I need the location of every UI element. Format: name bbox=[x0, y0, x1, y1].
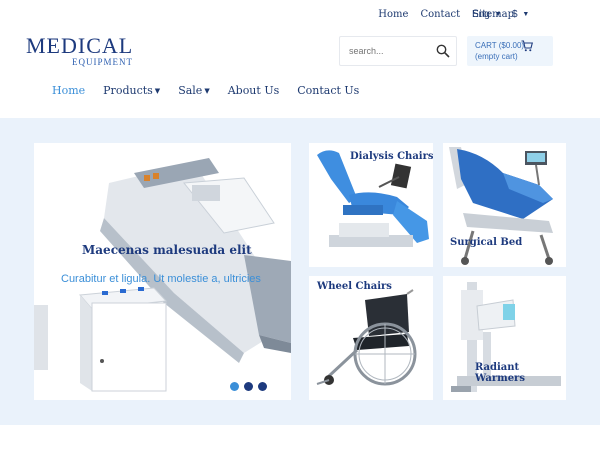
cart-button[interactable]: CART ($0.00) (empty cart) bbox=[467, 36, 553, 66]
search-box bbox=[339, 36, 457, 66]
language-label: Eng bbox=[472, 9, 490, 20]
tile-label: Surgical Bed bbox=[450, 237, 523, 248]
tile-label-line2: Warmers bbox=[475, 373, 525, 384]
tile-label-line1: Radiant bbox=[475, 362, 520, 373]
wheelchair-image bbox=[316, 289, 417, 386]
tile-surgical-bed[interactable]: Surgical Bed bbox=[443, 143, 566, 267]
logo-main-text: MEDICAL bbox=[26, 33, 134, 58]
nav-about[interactable]: About Us bbox=[228, 84, 280, 97]
hero-slider[interactable]: Maecenas malesuada elit Curabitur et lig… bbox=[34, 143, 291, 400]
surgical-bed-image bbox=[449, 147, 553, 265]
top-link-contact[interactable]: Contact bbox=[414, 9, 466, 20]
hero-title: Maecenas malesuada elit bbox=[82, 243, 252, 257]
search-input[interactable] bbox=[340, 37, 430, 65]
currency-label: $ bbox=[512, 9, 518, 20]
language-selector[interactable]: Eng ▼ bbox=[472, 9, 502, 20]
tile-dialysis-chairs[interactable]: Dialysis Chairs bbox=[309, 143, 433, 267]
slider-dot[interactable] bbox=[230, 382, 239, 391]
search-icon[interactable] bbox=[436, 44, 450, 58]
nav-sale-label: Sale bbox=[178, 84, 203, 97]
slider-dot[interactable] bbox=[244, 382, 253, 391]
chevron-down-icon: ▼ bbox=[154, 87, 161, 95]
xray-machine-image bbox=[34, 158, 291, 392]
logo-sub-text: EQUIPMENT bbox=[72, 57, 133, 67]
chevron-down-icon: ▼ bbox=[494, 10, 502, 18]
top-link-home[interactable]: Home bbox=[372, 9, 414, 20]
nav-sale[interactable]: Sale ▼ bbox=[178, 84, 210, 97]
site-logo[interactable]: MEDICAL EQUIPMENT bbox=[26, 33, 136, 68]
slider-dot[interactable] bbox=[258, 382, 267, 391]
nav-contact[interactable]: Contact Us bbox=[297, 84, 359, 97]
cart-total: CART ($0.00) bbox=[475, 41, 525, 50]
chevron-down-icon: ▼ bbox=[522, 10, 530, 18]
nav-products[interactable]: Products ▼ bbox=[103, 84, 160, 97]
tile-wheel-chairs[interactable]: Wheel Chairs bbox=[309, 276, 433, 400]
cart-status: (empty cart) bbox=[475, 52, 518, 61]
tile-radiant-warmers[interactable]: Radiant Warmers bbox=[443, 276, 566, 400]
chevron-down-icon: ▼ bbox=[204, 87, 210, 95]
tile-label: Wheel Chairs bbox=[317, 281, 392, 292]
main-navigation: Home Products ▼ Sale ▼ About Us Contact Us bbox=[52, 84, 377, 97]
currency-selector[interactable]: $ ▼ bbox=[512, 9, 529, 20]
nav-home[interactable]: Home bbox=[52, 84, 85, 97]
tile-label: Dialysis Chairs bbox=[350, 151, 433, 162]
shopping-cart-icon bbox=[521, 40, 533, 52]
nav-products-label: Products bbox=[103, 84, 153, 97]
hero-subtitle: Curabitur et ligula. Ut molestie a, ultr… bbox=[61, 273, 261, 285]
slider-dots bbox=[230, 382, 267, 391]
